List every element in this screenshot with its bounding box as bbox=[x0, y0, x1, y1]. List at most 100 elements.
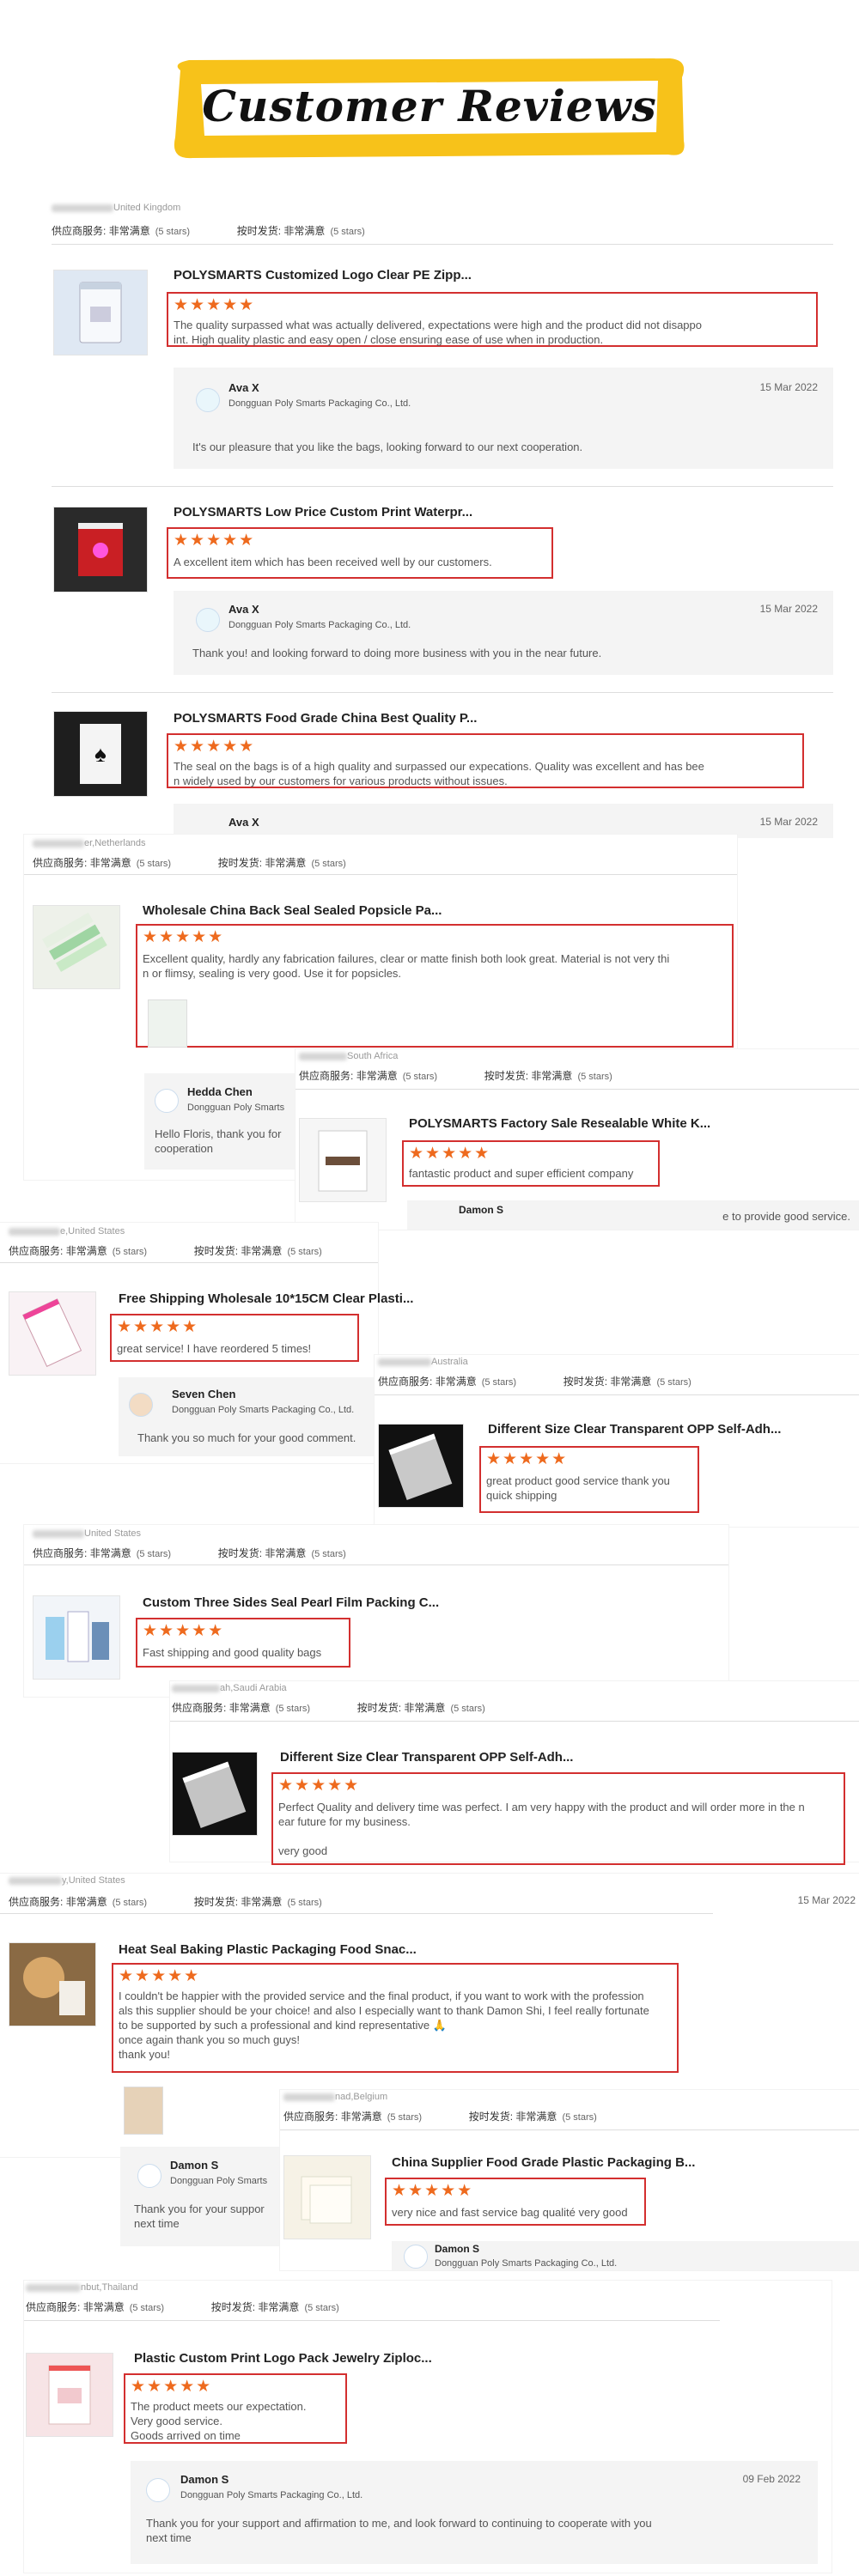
product-title[interactable]: Different Size Clear Transparent OPP Sel… bbox=[280, 1750, 573, 1765]
rating-row: 供应商服务: 非常满意 (5 stars) 按时发货: 非常满意 (5 stars) bbox=[26, 2301, 339, 2313]
review-photo[interactable] bbox=[124, 2087, 163, 2135]
product-thumbnail[interactable] bbox=[26, 2353, 113, 2437]
review-card: nbut,Thailand 供应商服务: 非常满意 (5 stars) 按时发货:… bbox=[24, 2281, 832, 2573]
seller-reply: Seven Chen Dongguan Poly Smarts Packagin… bbox=[119, 1377, 378, 1456]
review-card: United Kingdom 供应商服务: 非常满意 (5 stars) 按时发货… bbox=[52, 199, 833, 483]
review-text: fantastic product and super efficient co… bbox=[409, 1167, 634, 1180]
reviewer-location: y,United States bbox=[9, 1875, 125, 1886]
seller-company: Dongguan Poly Smarts Packaging Co., Ltd. bbox=[180, 2490, 363, 2500]
rating-row: 供应商服务: 非常满意 (5 stars) 按时发货: 非常满意 (5 stars) bbox=[9, 1245, 322, 1257]
rating-row: 供应商服务: 非常满意 (5 stars) 按时发货: 非常满意 (5 stars) bbox=[172, 1702, 485, 1714]
reviewer-location: Australia bbox=[378, 1357, 468, 1367]
review-stars: ★★★★★ bbox=[119, 1967, 201, 1985]
reviewer-location: United Kingdom bbox=[52, 203, 180, 213]
reviewer-location: United States bbox=[33, 1528, 141, 1539]
divider bbox=[295, 1089, 859, 1090]
seller-reply: Damon S Dongguan Poly Smarts Thank you f… bbox=[120, 2147, 292, 2246]
rating-row: 供应商服务: 非常满意 (5 stars) 按时发货: 非常满意 (5 stars) bbox=[9, 1896, 322, 1908]
reply-text: It's our pleasure that you like the bags… bbox=[192, 440, 583, 453]
seller-reply: Damon S Dongguan Poly Smarts Packaging C… bbox=[392, 2241, 859, 2270]
product-title[interactable]: Free Shipping Wholesale 10*15CM Clear Pl… bbox=[119, 1291, 413, 1306]
product-thumbnail[interactable]: ♠ bbox=[53, 711, 148, 797]
reply-date: 15 Mar 2022 bbox=[797, 1894, 856, 1906]
product-thumbnail[interactable] bbox=[33, 1595, 120, 1680]
review-card: Australia 供应商服务: 非常满意 (5 stars) 按时发货: 非常满… bbox=[375, 1355, 859, 1527]
product-thumbnail[interactable] bbox=[9, 1942, 96, 2026]
seller-company: Dongguan Poly Smarts Packaging Co., Ltd. bbox=[228, 398, 411, 409]
product-thumbnail[interactable] bbox=[9, 1291, 96, 1376]
divider bbox=[52, 486, 833, 487]
reviewer-location: ah,Saudi Arabia bbox=[172, 1683, 287, 1693]
reply-date: 15 Mar 2022 bbox=[759, 603, 818, 615]
seller-avatar bbox=[196, 608, 220, 632]
review-photo[interactable] bbox=[148, 999, 187, 1048]
rating-row: 供应商服务: 非常满意 (5 stars) 按时发货: 非常满意 (5 stars) bbox=[299, 1070, 612, 1082]
reply-text: Thank you so much for your good comment. bbox=[137, 1431, 356, 1444]
seller-reply: Damon S e to provide good service. bbox=[407, 1200, 859, 1230]
review-text: The seal on the bags is of a high qualit… bbox=[174, 760, 704, 787]
reply-date: 09 Feb 2022 bbox=[742, 2473, 801, 2485]
product-thumbnail[interactable] bbox=[299, 1118, 387, 1202]
review-text: The quality surpassed what was actually … bbox=[174, 319, 702, 346]
product-thumbnail[interactable] bbox=[283, 2155, 371, 2239]
divider bbox=[0, 1262, 378, 1263]
reviewer-location: e,United States bbox=[9, 1226, 125, 1236]
review-stars: ★★★★★ bbox=[174, 532, 256, 550]
review-text: great service! I have reordered 5 times! bbox=[117, 1342, 312, 1355]
product-thumbnail[interactable] bbox=[172, 1752, 258, 1836]
seller-company: Dongguan Poly Smarts Packaging Co., Ltd. bbox=[435, 2258, 618, 2269]
reply-text: Thank you for your support and affirmati… bbox=[146, 2517, 652, 2544]
reply-text: Thank you for your suppor next time bbox=[134, 2202, 265, 2230]
seller-company: Dongguan Poly Smarts bbox=[170, 2176, 268, 2186]
product-thumbnail[interactable] bbox=[33, 905, 120, 989]
reviewer-location: nbut,Thailand bbox=[26, 2282, 138, 2293]
seller-name: Damon S bbox=[180, 2473, 229, 2486]
reply-text: e to provide good service. bbox=[722, 1210, 850, 1223]
rating-row: 供应商服务: 非常满意 (5 stars) 按时发货: 非常满意 (5 stars) bbox=[33, 1547, 346, 1559]
product-title[interactable]: Different Size Clear Transparent OPP Sel… bbox=[488, 1422, 781, 1437]
product-title[interactable]: Heat Seal Baking Plastic Packaging Food … bbox=[119, 1942, 417, 1957]
review-stars: ★★★★★ bbox=[143, 928, 225, 946]
rating-row: 供应商服务: 非常满意 (5 stars) 按时发货: 非常满意 (5 stars) bbox=[378, 1376, 691, 1388]
seller-company: Dongguan Poly Smarts Packaging Co., Ltd. bbox=[172, 1405, 355, 1415]
divider bbox=[375, 1394, 859, 1395]
banner-title: Customer Reviews bbox=[202, 81, 657, 131]
review-card: United States 供应商服务: 非常满意 (5 stars) 按时发货:… bbox=[24, 1525, 728, 1697]
product-title[interactable]: China Supplier Food Grade Plastic Packag… bbox=[392, 2155, 695, 2170]
product-thumbnail[interactable] bbox=[53, 270, 148, 355]
review-text: The product meets our expectation. Very … bbox=[131, 2400, 307, 2442]
reply-date: 15 Mar 2022 bbox=[759, 816, 818, 828]
product-title[interactable]: POLYSMARTS Customized Logo Clear PE Zipp… bbox=[174, 268, 472, 283]
review-text: Perfect Quality and delivery time was pe… bbox=[278, 1801, 805, 1857]
product-title[interactable]: POLYSMARTS Low Price Custom Print Waterp… bbox=[174, 505, 472, 519]
review-stars: ★★★★★ bbox=[143, 1622, 225, 1640]
review-stars: ★★★★★ bbox=[409, 1145, 491, 1163]
review-stars: ★★★★★ bbox=[278, 1777, 361, 1795]
product-title[interactable]: Wholesale China Back Seal Sealed Popsicl… bbox=[143, 903, 442, 918]
seller-avatar bbox=[155, 1089, 179, 1113]
product-title[interactable]: POLYSMARTS Factory Sale Resealable White… bbox=[409, 1116, 710, 1131]
product-thumbnail[interactable] bbox=[378, 1424, 464, 1508]
review-card: ah,Saudi Arabia 供应商服务: 非常满意 (5 stars) 按时发… bbox=[170, 1681, 859, 1865]
seller-avatar bbox=[146, 2478, 170, 2502]
divider bbox=[52, 692, 833, 693]
rating-row: 供应商服务: 非常满意 (5 stars) 按时发货: 非常满意 (5 stars) bbox=[52, 225, 365, 237]
seller-name: Damon S bbox=[170, 2159, 219, 2172]
product-title[interactable]: Custom Three Sides Seal Pearl Film Packi… bbox=[143, 1595, 439, 1610]
product-title[interactable]: POLYSMARTS Food Grade China Best Quality… bbox=[174, 711, 477, 726]
seller-reply: Damon S Dongguan Poly Smarts Packaging C… bbox=[131, 2461, 818, 2564]
review-card: POLYSMARTS Low Price Custom Print Waterp… bbox=[52, 486, 833, 683]
product-thumbnail[interactable] bbox=[53, 507, 148, 592]
seller-name: Damon S bbox=[435, 2243, 480, 2255]
reviewer-location: er,Netherlands bbox=[33, 838, 146, 848]
reviews-banner: Customer Reviews bbox=[163, 52, 696, 163]
review-card: nad,Belgium 供应商服务: 非常满意 (5 stars) 按时发货: 非… bbox=[280, 2090, 859, 2270]
review-text: Fast shipping and good quality bags bbox=[143, 1646, 322, 1659]
review-card: e,United States 供应商服务: 非常满意 (5 stars) 按时发… bbox=[0, 1223, 413, 1463]
seller-reply: Ava X Dongguan Poly Smarts Packaging Co.… bbox=[174, 368, 833, 469]
review-highlight-box bbox=[136, 924, 734, 1048]
reviewer-location: South Africa bbox=[299, 1051, 398, 1061]
product-title[interactable]: Plastic Custom Print Logo Pack Jewelry Z… bbox=[134, 2351, 432, 2366]
seller-company: Dongguan Poly Smarts bbox=[187, 1103, 285, 1113]
seller-name: Hedda Chen bbox=[187, 1085, 253, 1098]
